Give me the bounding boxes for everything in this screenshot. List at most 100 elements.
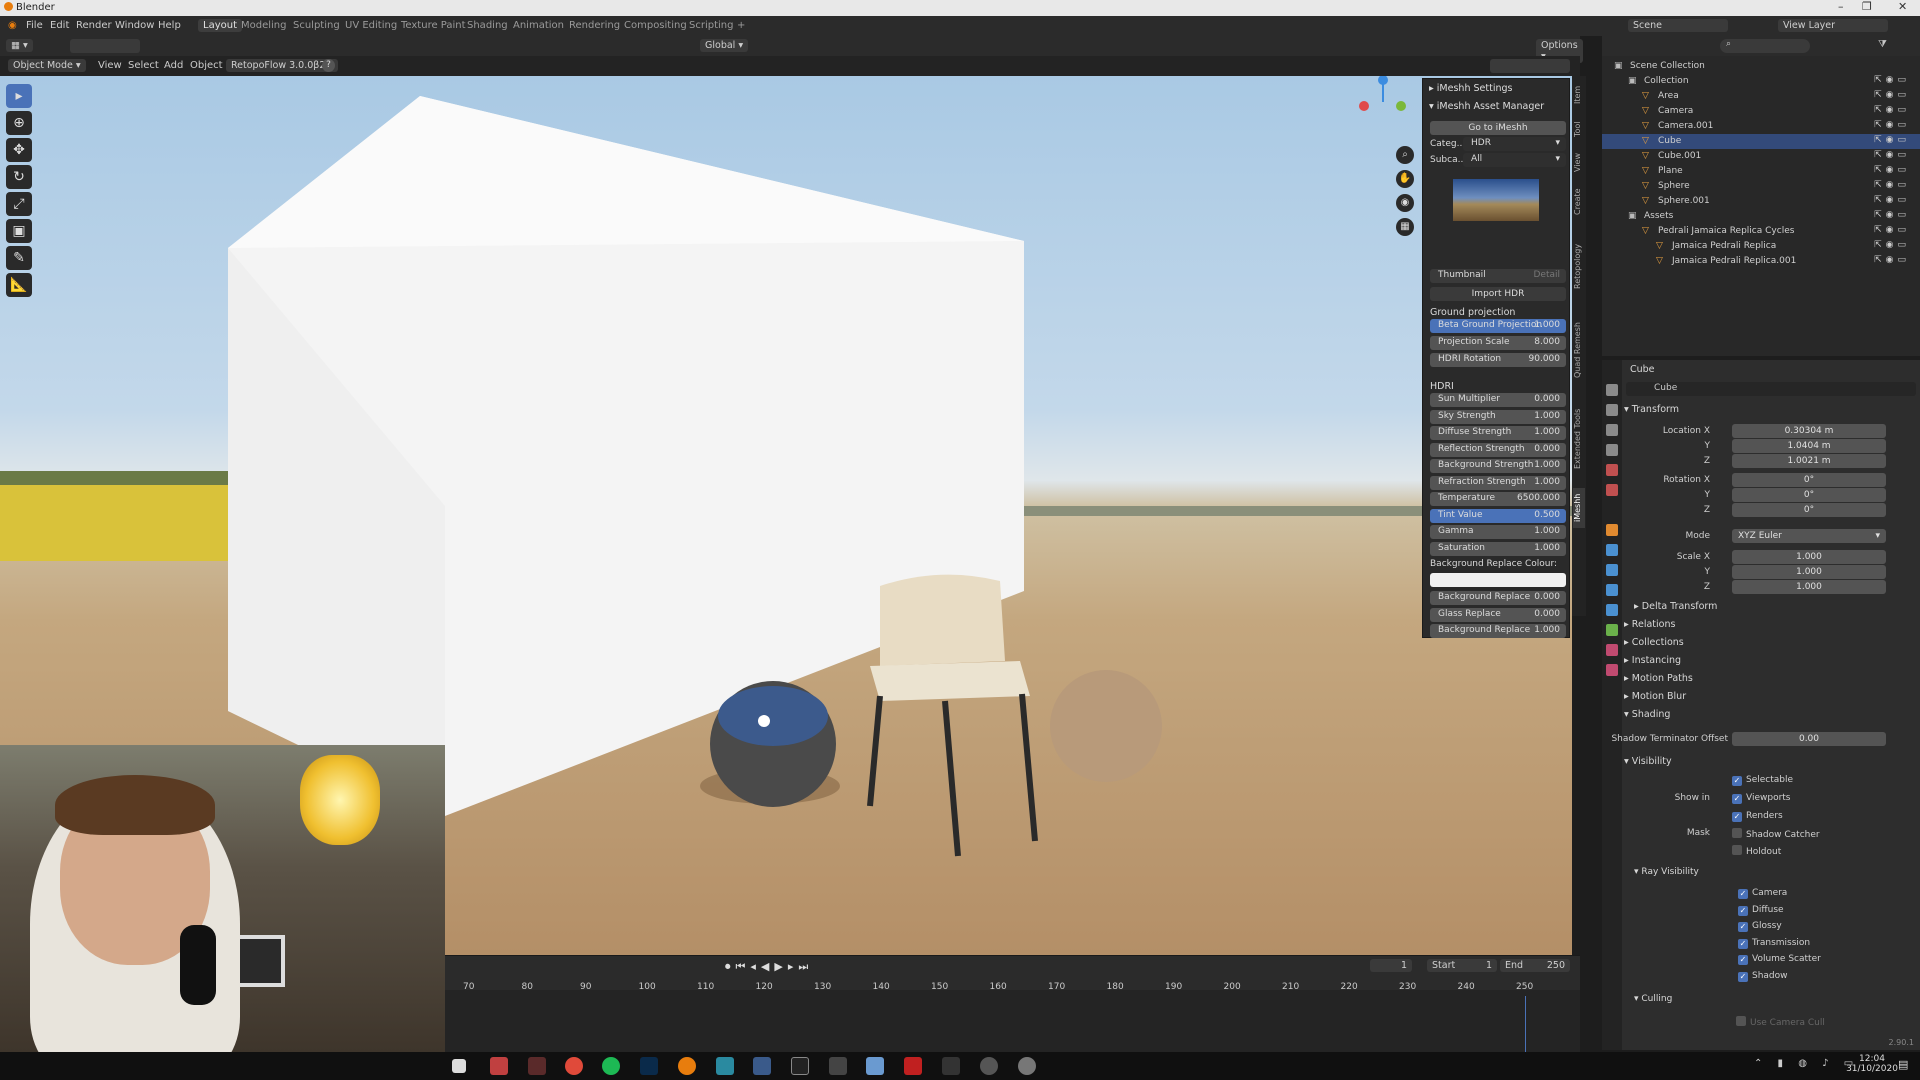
- rotation-field[interactable]: 0°: [1732, 488, 1886, 502]
- category-dropdown[interactable]: HDR ▾: [1463, 137, 1566, 151]
- menu-help[interactable]: Help: [158, 20, 181, 31]
- help-icon[interactable]: ?: [322, 59, 335, 72]
- outliner-row[interactable]: ▽ Area ⇱◉▭: [1602, 89, 1920, 104]
- extra-field[interactable]: Background Replace 1.000: [1430, 624, 1566, 638]
- object-name-field[interactable]: Cube: [1626, 382, 1916, 396]
- move-tool-icon[interactable]: ✥: [6, 138, 32, 162]
- transform-panel-header[interactable]: ▾ Transform: [1624, 404, 1679, 415]
- go-to-imeshh-button[interactable]: Go to iMeshh: [1430, 121, 1566, 135]
- ray-checkbox[interactable]: ✓ Volume Scatter: [1738, 954, 1821, 965]
- transform-orientation[interactable]: Global ▾: [700, 39, 749, 52]
- outliner-row[interactable]: ▽ Pedrali Jamaica Replica Cycles ⇱◉▭: [1602, 224, 1920, 239]
- pan-hand-icon[interactable]: ✋: [1396, 170, 1414, 188]
- imeshh-asset-manager-header[interactable]: ▾ iMeshh Asset Manager: [1423, 97, 1569, 115]
- panel-header[interactable]: ▾ Shading: [1624, 709, 1670, 720]
- constraints-props-icon[interactable]: [1606, 604, 1618, 616]
- tool-props-icon[interactable]: [1606, 384, 1618, 396]
- tab-animation[interactable]: Animation: [508, 19, 569, 32]
- app-icon[interactable]: [753, 1057, 771, 1075]
- camera-view-icon[interactable]: ◉: [1396, 194, 1414, 212]
- outliner-row[interactable]: ▽ Jamaica Pedrali Replica.001 ⇱◉▭: [1602, 254, 1920, 269]
- outliner-row[interactable]: ▽ Sphere.001 ⇱◉▭: [1602, 194, 1920, 209]
- material-props-icon[interactable]: [1606, 644, 1618, 656]
- blender-menu-icon[interactable]: ◉: [8, 20, 17, 31]
- clock[interactable]: 12:04 31/10/2020: [1842, 1054, 1902, 1074]
- app-icon[interactable]: [528, 1057, 546, 1075]
- visibility-toggles-icon[interactable]: ⇱◉▭: [1874, 240, 1910, 250]
- maximize-button[interactable]: ❐: [1862, 0, 1872, 13]
- tab-tool[interactable]: Tool: [1573, 114, 1585, 144]
- tab-scripting[interactable]: Scripting: [684, 19, 738, 32]
- app-icon[interactable]: [716, 1057, 734, 1075]
- transform-tool-icon[interactable]: ▣: [6, 219, 32, 243]
- visibility-panel-header[interactable]: ▾ Visibility: [1624, 756, 1672, 767]
- outliner-row[interactable]: ▣ Scene Collection: [1602, 59, 1920, 74]
- selectable-checkbox[interactable]: ✓ Selectable: [1732, 775, 1793, 786]
- culling-header[interactable]: ▾ Culling: [1634, 994, 1672, 1004]
- menu-add[interactable]: Add: [164, 60, 183, 71]
- imeshh-settings-header[interactable]: ▸ iMeshh Settings: [1423, 79, 1569, 97]
- photoshop-icon[interactable]: [640, 1057, 658, 1075]
- renders-checkbox[interactable]: ✓ Renders: [1732, 811, 1783, 822]
- outliner-row[interactable]: ▽ Camera.001 ⇱◉▭: [1602, 119, 1920, 134]
- detail-tab-label[interactable]: Detail: [1533, 270, 1560, 280]
- rotation-field[interactable]: 0°: [1732, 503, 1886, 517]
- menu-window[interactable]: Window: [115, 20, 154, 31]
- hdri-field[interactable]: Reflection Strength 0.000: [1430, 442, 1566, 457]
- navigation-gizmo[interactable]: [1350, 76, 1410, 130]
- cursor-tool-icon[interactable]: ⊕: [6, 111, 32, 135]
- panel-header[interactable]: ▸ Instancing: [1624, 655, 1681, 666]
- hdri-field[interactable]: Diffuse Strength 1.000: [1430, 426, 1566, 440]
- visibility-toggles-icon[interactable]: ⇱◉▭: [1874, 225, 1910, 235]
- ray-checkbox[interactable]: ✓ Shadow: [1738, 971, 1788, 982]
- scene-selector[interactable]: Scene: [1628, 19, 1728, 32]
- extra-field[interactable]: Glass Replace 0.000: [1430, 607, 1566, 622]
- tab-sculpting[interactable]: Sculpting: [288, 19, 345, 32]
- tab-retopology[interactable]: Retopology: [1573, 226, 1585, 306]
- location-field[interactable]: 0.30304 m: [1732, 424, 1886, 438]
- scale-field[interactable]: 1.000: [1732, 580, 1886, 594]
- timeline-tracks[interactable]: [445, 990, 1580, 1056]
- location-field[interactable]: 1.0404 m: [1732, 439, 1886, 453]
- notifications-icon[interactable]: ▤: [1898, 1058, 1908, 1071]
- render-props-icon[interactable]: [1606, 404, 1618, 416]
- mode-selector[interactable]: Object Mode ▾: [8, 59, 86, 72]
- close-button[interactable]: ✕: [1898, 0, 1907, 13]
- app-icon[interactable]: [942, 1057, 960, 1075]
- app-icon[interactable]: [904, 1057, 922, 1075]
- data-props-icon[interactable]: [1606, 624, 1618, 636]
- subcategory-dropdown[interactable]: All ▾: [1463, 153, 1566, 167]
- hdri-field[interactable]: Tint Value 0.500: [1430, 508, 1566, 523]
- tab-texture-paint[interactable]: Texture Paint: [396, 19, 471, 32]
- tab-extended-tools[interactable]: Extended Tools: [1573, 394, 1585, 484]
- visibility-toggles-icon[interactable]: ⇱◉▭: [1874, 150, 1910, 160]
- end-frame-field[interactable]: End 250: [1500, 959, 1570, 972]
- ray-checkbox[interactable]: ✓ Camera: [1738, 888, 1787, 899]
- outliner-row[interactable]: ▽ Camera ⇱◉▭: [1602, 104, 1920, 119]
- hdri-field[interactable]: Background Strength 1.000: [1430, 459, 1566, 473]
- app-icon[interactable]: [866, 1057, 884, 1075]
- bg-replace-colour-swatch[interactable]: [1430, 573, 1566, 587]
- rotation-mode-dropdown[interactable]: XYZ Euler ▾: [1732, 529, 1886, 543]
- tab-modeling[interactable]: Modeling: [236, 19, 292, 32]
- outliner-row[interactable]: ▽ Plane ⇱◉▭: [1602, 164, 1920, 179]
- ray-checkbox[interactable]: ✓ Diffuse: [1738, 905, 1784, 916]
- tab-compositing[interactable]: Compositing: [619, 19, 692, 32]
- scale-field[interactable]: 1.000: [1732, 550, 1886, 564]
- ortho-grid-icon[interactable]: ▦: [1396, 218, 1414, 236]
- tab-view[interactable]: View: [1573, 148, 1585, 178]
- outliner-row[interactable]: ▽ Jamaica Pedrali Replica ⇱◉▭: [1602, 239, 1920, 254]
- visibility-toggles-icon[interactable]: ⇱◉▭: [1874, 210, 1910, 220]
- start-frame-field[interactable]: Start 1: [1427, 959, 1497, 972]
- rotation-field[interactable]: 0°: [1732, 473, 1886, 487]
- tab-rendering[interactable]: Rendering: [564, 19, 625, 32]
- menu-object[interactable]: Object: [190, 60, 223, 71]
- hdri-field[interactable]: Sky Strength 1.000: [1430, 409, 1566, 424]
- hdri-field[interactable]: Sun Multiplier 0.000: [1430, 393, 1566, 407]
- ground-field[interactable]: HDRI Rotation 90.000: [1430, 353, 1566, 367]
- hdri-field[interactable]: Refraction Strength 1.000: [1430, 475, 1566, 490]
- outliner-row[interactable]: ▣ Assets ⇱◉▭: [1602, 209, 1920, 224]
- app-icon[interactable]: [791, 1057, 809, 1075]
- annotate-tool-icon[interactable]: ✎: [6, 246, 32, 270]
- visibility-toggles-icon[interactable]: ⇱◉▭: [1874, 120, 1910, 130]
